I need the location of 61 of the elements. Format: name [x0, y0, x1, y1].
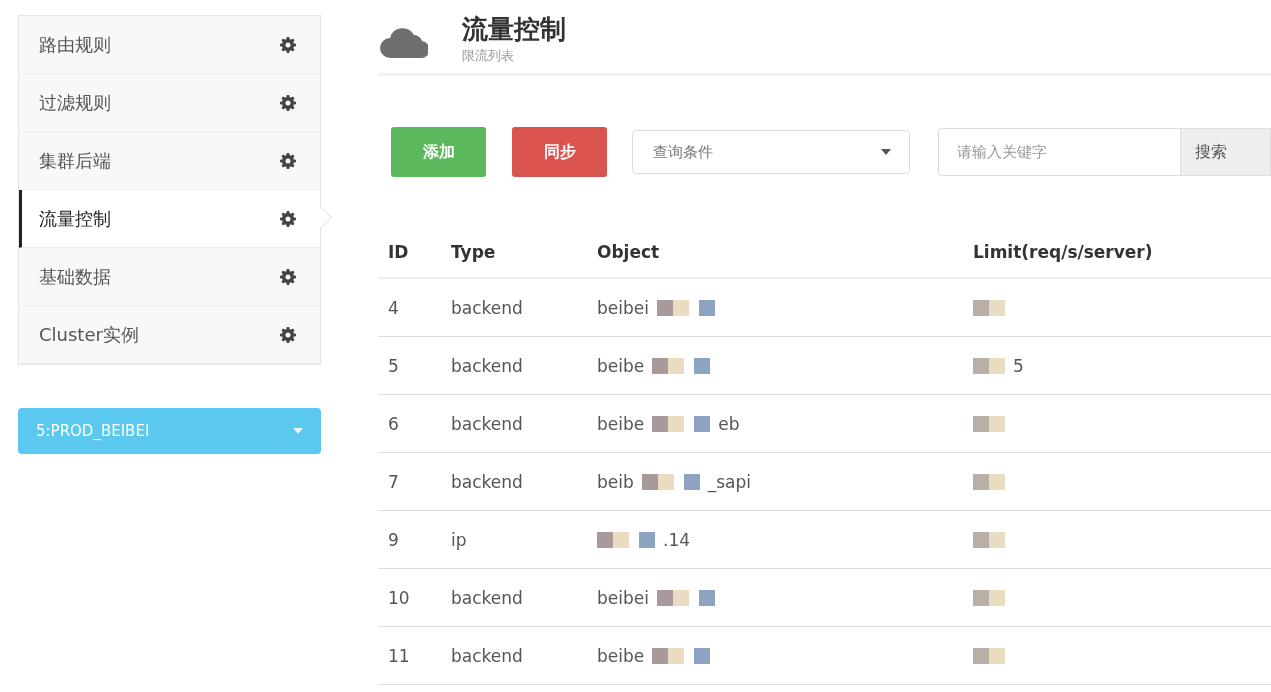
- caret-icon: [881, 149, 891, 155]
- table-cell: ip: [451, 529, 467, 550]
- table-cell: backend: [451, 355, 523, 376]
- sidebar-item[interactable]: 基础数据: [19, 248, 320, 306]
- sidebar-item[interactable]: Cluster实例: [19, 306, 320, 364]
- table-cell: 9: [388, 529, 399, 550]
- redaction-mosaic: [597, 531, 655, 548]
- gear-icon: [280, 36, 296, 53]
- redaction-mosaic: [973, 415, 1005, 432]
- redaction-mosaic: [641, 473, 700, 490]
- table-cell: beibei: [597, 297, 649, 318]
- gear-icon: [280, 210, 296, 227]
- table-cell: beibe: [597, 355, 645, 376]
- redaction-mosaic: [652, 357, 711, 374]
- page-subtitle: 限流列表: [462, 47, 515, 65]
- table-cell: backend: [451, 297, 523, 318]
- column-header: Limit(req/s/server): [973, 242, 1153, 262]
- column-header: ID: [388, 242, 409, 262]
- table-cell: backend: [451, 413, 523, 434]
- sidebar-item[interactable]: 集群后端: [19, 132, 320, 190]
- redaction-mosaic: [973, 531, 1005, 548]
- redaction-mosaic: [973, 589, 1005, 606]
- search-field[interactable]: 请输入关键字: [938, 128, 1181, 176]
- query-select[interactable]: 查询条件: [632, 130, 910, 174]
- redaction-mosaic: [656, 589, 715, 606]
- page-title: 流量控制: [462, 13, 566, 46]
- search-button[interactable]: 搜索: [1181, 128, 1271, 176]
- redaction-mosaic: [973, 357, 1005, 374]
- redaction-mosaic: [973, 299, 1005, 316]
- caret-icon: [293, 428, 303, 434]
- redaction-mosaic: [656, 299, 715, 316]
- table-cell: 10: [388, 587, 410, 608]
- gear-icon: [280, 152, 296, 169]
- table-cell: 5: [388, 355, 399, 376]
- table-cell: 11: [388, 645, 410, 666]
- sidebar-item[interactable]: 过滤规则: [19, 74, 320, 132]
- table-cell: backend: [451, 587, 523, 608]
- sync-button[interactable]: 同步: [512, 127, 607, 177]
- column-header: Object: [597, 242, 660, 262]
- table-cell: backend: [451, 645, 523, 666]
- redaction-mosaic: [973, 647, 1005, 664]
- table-cell: eb: [718, 413, 740, 434]
- table-cell: beib: [597, 471, 634, 492]
- table-cell: .14: [663, 529, 691, 550]
- table-cell: 5: [1013, 355, 1024, 376]
- table-cell: beibei: [597, 587, 649, 608]
- table-cell: 7: [388, 471, 399, 492]
- column-header: Type: [451, 242, 496, 262]
- table-cell: beibe: [597, 645, 645, 666]
- sidebar-item[interactable]: 路由规则: [19, 16, 320, 74]
- redaction-mosaic: [973, 473, 1005, 490]
- gear-icon: [280, 326, 296, 343]
- redaction-mosaic: [652, 415, 711, 432]
- gear-icon: [280, 94, 296, 111]
- redaction-mosaic: [652, 647, 711, 664]
- gear-icon: [280, 268, 296, 285]
- table-cell: 6: [388, 413, 399, 434]
- table-cell: beibe: [597, 413, 645, 434]
- table-cell: _sapi: [707, 471, 752, 492]
- table-cell: backend: [451, 471, 523, 492]
- table-cell: 4: [388, 297, 399, 318]
